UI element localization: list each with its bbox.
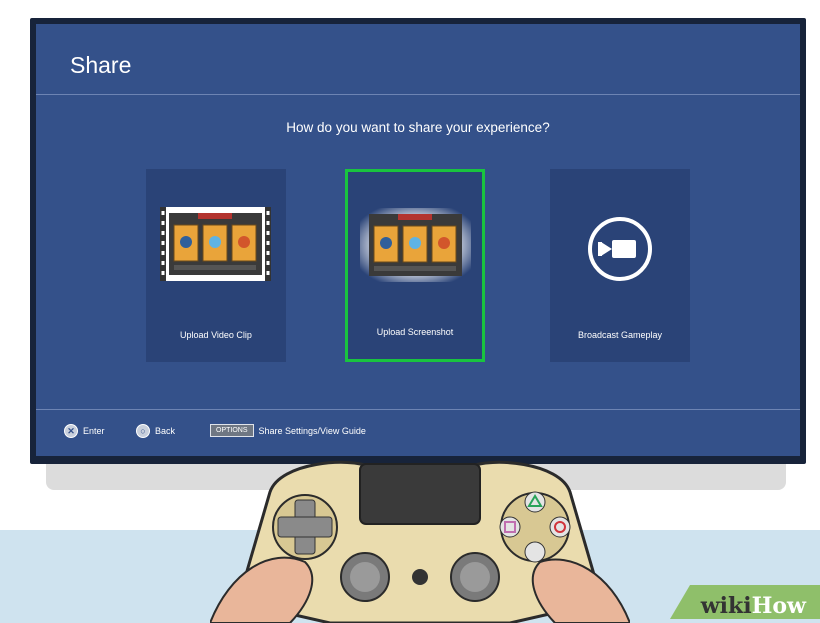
screenshot-thumbnail-icon xyxy=(360,208,471,282)
video-clip-thumbnail-icon xyxy=(160,207,271,281)
watermark-text: wikiHow xyxy=(701,593,806,619)
hint-options-label: Share Settings/View Guide xyxy=(258,425,366,436)
option-label: Broadcast Gameplay xyxy=(577,330,663,340)
cross-button-icon: ✕ xyxy=(64,424,78,438)
hint-back-label: Back xyxy=(155,426,176,436)
option-label: Upload Screenshot xyxy=(376,327,454,337)
page-title: Share xyxy=(70,52,132,78)
options-button-icon: OPTIONS xyxy=(210,424,254,437)
circle-button-icon: ○ xyxy=(136,424,150,438)
option-label: Upload Video Clip xyxy=(180,330,252,340)
watermark-prefix: wiki xyxy=(700,593,752,619)
screen-header: Share xyxy=(36,24,800,95)
option-upload-screenshot[interactable]: Upload Screenshot xyxy=(345,169,485,362)
hint-enter: ✕ Enter xyxy=(64,424,105,438)
camera-icon xyxy=(588,217,652,281)
share-screen: Share How do you want to share your expe… xyxy=(36,24,800,456)
hint-back: ○ Back xyxy=(136,424,175,438)
hint-options: OPTIONS Share Settings/View Guide xyxy=(210,424,366,437)
share-question: How do you want to share your experience… xyxy=(286,120,550,135)
footer-hints: ✕ Enter ○ Back OPTIONS Share Settings/Vi… xyxy=(36,409,800,456)
controller-illustration xyxy=(210,460,630,623)
option-broadcast-gameplay[interactable]: Broadcast Gameplay xyxy=(550,169,690,362)
watermark-suffix: How xyxy=(751,593,806,619)
option-upload-video-clip[interactable]: Upload Video Clip xyxy=(146,169,286,362)
hint-enter-label: Enter xyxy=(83,426,105,436)
wikihow-watermark: wikiHow xyxy=(670,585,820,619)
